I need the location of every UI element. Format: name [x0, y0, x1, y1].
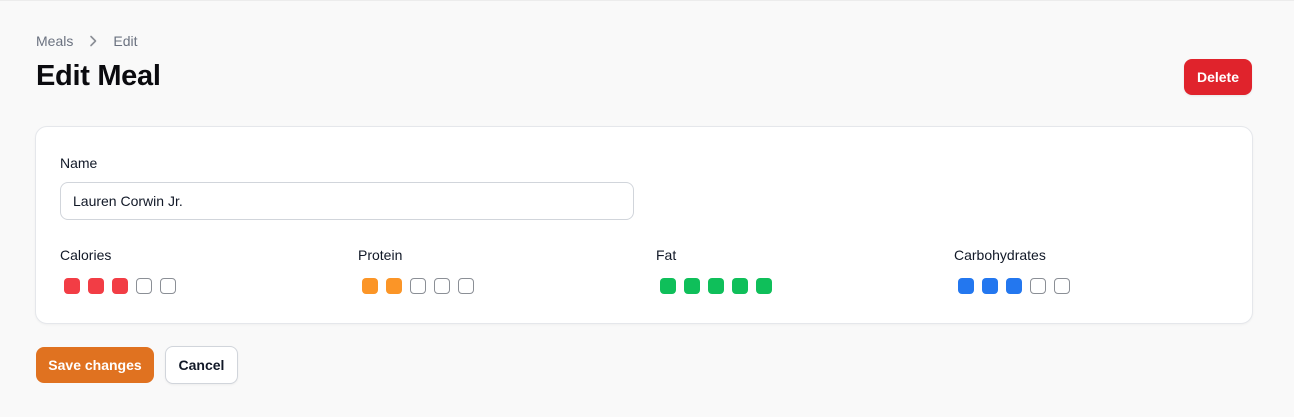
protein-level-2-checkbox[interactable]	[386, 278, 402, 294]
save-changes-button[interactable]: Save changes	[36, 347, 154, 383]
calories-level-5-checkbox[interactable]	[160, 278, 176, 294]
carbohydrates-field: Carbohydrates	[954, 247, 1070, 294]
fat-label: Fat	[656, 247, 677, 263]
name-input[interactable]	[60, 182, 634, 220]
carbohydrates-level-3-checkbox[interactable]	[1006, 278, 1022, 294]
carbohydrates-label: Carbohydrates	[954, 247, 1046, 263]
fat-level-2-checkbox[interactable]	[684, 278, 700, 294]
protein-level-3-checkbox[interactable]	[410, 278, 426, 294]
carbohydrates-level-2-checkbox[interactable]	[982, 278, 998, 294]
carbohydrates-level-5-checkbox[interactable]	[1054, 278, 1070, 294]
calories-level-2-checkbox[interactable]	[88, 278, 104, 294]
breadcrumb-current: Edit	[113, 33, 138, 49]
protein-level-5-checkbox[interactable]	[458, 278, 474, 294]
carbohydrates-level-4-checkbox[interactable]	[1030, 278, 1046, 294]
protein-level-4-checkbox[interactable]	[434, 278, 450, 294]
calories-level-3-checkbox[interactable]	[112, 278, 128, 294]
page-title: Edit Meal	[36, 60, 161, 92]
calories-rating	[64, 278, 176, 294]
carbohydrates-rating	[958, 278, 1070, 294]
breadcrumb-meals-link[interactable]: Meals	[36, 33, 73, 49]
fat-level-4-checkbox[interactable]	[732, 278, 748, 294]
calories-label: Calories	[60, 247, 112, 263]
top-divider	[0, 0, 1294, 1]
protein-label: Protein	[358, 247, 403, 263]
fat-rating	[660, 278, 772, 294]
cancel-button[interactable]: Cancel	[165, 346, 238, 384]
protein-level-1-checkbox[interactable]	[362, 278, 378, 294]
protein-field: Protein	[358, 247, 474, 294]
protein-rating	[362, 278, 474, 294]
delete-button[interactable]: Delete	[1184, 59, 1252, 95]
fat-field: Fat	[656, 247, 772, 294]
calories-level-1-checkbox[interactable]	[64, 278, 80, 294]
meal-form-card: Name Calories Protein Fat Carbohydrates	[35, 126, 1253, 324]
calories-level-4-checkbox[interactable]	[136, 278, 152, 294]
fat-level-1-checkbox[interactable]	[660, 278, 676, 294]
fat-level-3-checkbox[interactable]	[708, 278, 724, 294]
chevron-right-icon	[85, 33, 101, 49]
name-label: Name	[60, 155, 98, 171]
calories-field: Calories	[60, 247, 176, 294]
carbohydrates-level-1-checkbox[interactable]	[958, 278, 974, 294]
fat-level-5-checkbox[interactable]	[756, 278, 772, 294]
breadcrumb: Meals Edit	[36, 33, 137, 49]
